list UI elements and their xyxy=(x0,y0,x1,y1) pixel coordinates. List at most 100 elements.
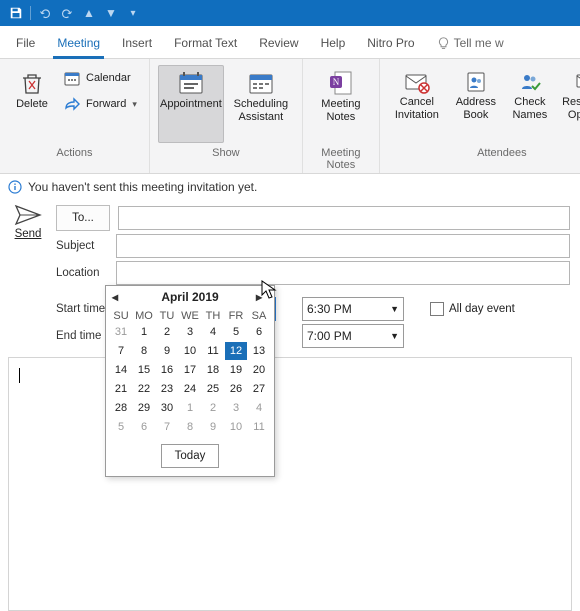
day-cell[interactable]: 31 xyxy=(110,323,132,341)
redo-icon[interactable] xyxy=(57,3,77,23)
day-header: FR xyxy=(225,310,247,322)
day-cell[interactable]: 6 xyxy=(248,323,270,341)
day-cell[interactable]: 11 xyxy=(248,418,270,436)
day-cell[interactable]: 3 xyxy=(225,399,247,417)
day-cell[interactable]: 10 xyxy=(179,342,201,360)
tab-review[interactable]: Review xyxy=(257,32,300,58)
day-cell[interactable]: 4 xyxy=(202,323,224,341)
info-bar: You haven't sent this meeting invitation… xyxy=(0,174,580,200)
tab-file[interactable]: File xyxy=(14,32,37,58)
day-cell[interactable]: 30 xyxy=(156,399,178,417)
day-cell[interactable]: 11 xyxy=(202,342,224,360)
meeting-notes-button[interactable]: N Meeting Notes xyxy=(311,65,371,143)
day-header: TU xyxy=(156,310,178,322)
next-month-button[interactable]: ▸ xyxy=(256,290,268,304)
day-cell[interactable]: 26 xyxy=(225,380,247,398)
subject-label: Subject xyxy=(56,240,108,252)
day-cell[interactable]: 12 xyxy=(225,342,247,360)
all-day-checkbox[interactable]: All day event xyxy=(430,302,515,316)
tab-tell-me[interactable]: Tell me w xyxy=(435,32,506,58)
day-cell[interactable]: 25 xyxy=(202,380,224,398)
day-cell[interactable]: 9 xyxy=(156,342,178,360)
check-names-button[interactable]: Check Names xyxy=(506,65,554,143)
chevron-down-icon: ▼ xyxy=(390,304,399,314)
day-cell[interactable]: 15 xyxy=(133,361,155,379)
day-cell[interactable]: 28 xyxy=(110,399,132,417)
day-cell[interactable]: 13 xyxy=(248,342,270,360)
tab-nitro-pro[interactable]: Nitro Pro xyxy=(365,32,416,58)
group-meeting-notes: N Meeting Notes Meeting Notes xyxy=(303,59,380,173)
ribbon-tabs: File Meeting Insert Format Text Review H… xyxy=(0,26,580,59)
day-cell[interactable]: 21 xyxy=(110,380,132,398)
start-time-combo[interactable]: 6:30 PM ▼ xyxy=(302,297,404,321)
day-cell[interactable]: 6 xyxy=(133,418,155,436)
day-header: SA xyxy=(248,310,270,322)
appointment-button[interactable]: Appointment xyxy=(158,65,224,143)
day-cell[interactable]: 9 xyxy=(202,418,224,436)
send-button[interactable]: Send xyxy=(6,202,50,240)
day-header: TH xyxy=(202,310,224,322)
day-cell[interactable]: 8 xyxy=(179,418,201,436)
day-cell[interactable]: 2 xyxy=(202,399,224,417)
day-cell[interactable]: 8 xyxy=(133,342,155,360)
cancel-invitation-button[interactable]: Cancel Invitation xyxy=(388,65,446,143)
calendar-grid: SUMOTUWETHFRSA31123456789101112131415161… xyxy=(106,308,274,440)
end-time-combo[interactable]: 7:00 PM ▼ xyxy=(302,324,404,348)
day-cell[interactable]: 5 xyxy=(110,418,132,436)
calendar-button[interactable]: Calendar xyxy=(60,67,141,89)
day-cell[interactable]: 22 xyxy=(133,380,155,398)
prev-item-icon[interactable]: ▲ xyxy=(79,3,99,23)
day-header: WE xyxy=(179,310,201,322)
info-text: You haven't sent this meeting invitation… xyxy=(28,180,257,194)
qat-customize-icon[interactable]: ▾ xyxy=(123,3,143,23)
to-field[interactable] xyxy=(118,206,570,230)
ribbon: Delete Calendar Forward ▾ Actions Appoin… xyxy=(0,59,580,174)
day-cell[interactable]: 4 xyxy=(248,399,270,417)
tab-insert[interactable]: Insert xyxy=(120,32,154,58)
day-cell[interactable]: 7 xyxy=(156,418,178,436)
date-picker: ◂ April 2019 ▸ SUMOTUWETHFRSA31123456789… xyxy=(105,285,275,477)
today-button[interactable]: Today xyxy=(161,444,219,468)
day-cell[interactable]: 20 xyxy=(248,361,270,379)
day-cell[interactable]: 29 xyxy=(133,399,155,417)
day-cell[interactable]: 18 xyxy=(202,361,224,379)
day-cell[interactable]: 1 xyxy=(133,323,155,341)
meeting-form: Send To... Subject Location Start time F… xyxy=(0,200,580,351)
message-body[interactable] xyxy=(8,357,572,611)
prev-month-button[interactable]: ◂ xyxy=(112,290,124,304)
quick-access-toolbar: ▲ ▼ ▾ xyxy=(0,0,580,26)
day-cell[interactable]: 23 xyxy=(156,380,178,398)
day-cell[interactable]: 1 xyxy=(179,399,201,417)
next-item-icon[interactable]: ▼ xyxy=(101,3,121,23)
day-cell[interactable]: 19 xyxy=(225,361,247,379)
response-options-button[interactable]: Response Options ▾ xyxy=(558,65,580,143)
to-button[interactable]: To... xyxy=(56,205,110,231)
day-cell[interactable]: 24 xyxy=(179,380,201,398)
day-cell[interactable]: 10 xyxy=(225,418,247,436)
day-cell[interactable]: 2 xyxy=(156,323,178,341)
forward-button[interactable]: Forward ▾ xyxy=(60,93,141,115)
chevron-down-icon: ▼ xyxy=(390,331,399,341)
tab-meeting[interactable]: Meeting xyxy=(55,32,102,58)
scheduling-assistant-button[interactable]: Scheduling Assistant xyxy=(228,65,294,143)
day-cell[interactable]: 5 xyxy=(225,323,247,341)
undo-icon[interactable] xyxy=(35,3,55,23)
tab-format-text[interactable]: Format Text xyxy=(172,32,239,58)
address-book-button[interactable]: Address Book xyxy=(450,65,502,143)
svg-text:N: N xyxy=(333,77,340,87)
subject-field[interactable] xyxy=(116,234,570,258)
day-cell[interactable]: 27 xyxy=(248,380,270,398)
day-cell[interactable]: 17 xyxy=(179,361,201,379)
day-cell[interactable]: 3 xyxy=(179,323,201,341)
group-show: Appointment Scheduling Assistant Show xyxy=(150,59,303,173)
day-cell[interactable]: 14 xyxy=(110,361,132,379)
day-cell[interactable]: 16 xyxy=(156,361,178,379)
group-attendees: Cancel Invitation Address Book Check Nam… xyxy=(380,59,580,173)
save-icon[interactable] xyxy=(6,3,26,23)
delete-button[interactable]: Delete xyxy=(8,65,56,143)
location-label: Location xyxy=(56,267,108,279)
text-caret xyxy=(19,368,20,383)
day-cell[interactable]: 7 xyxy=(110,342,132,360)
tab-help[interactable]: Help xyxy=(319,32,348,58)
location-field[interactable] xyxy=(116,261,570,285)
